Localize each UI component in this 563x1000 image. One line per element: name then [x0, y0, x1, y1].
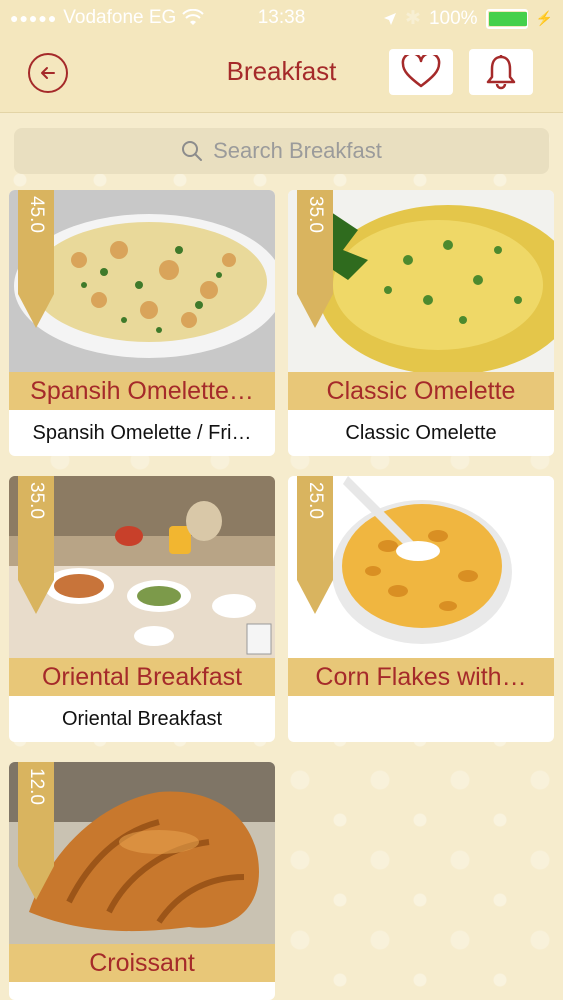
bluetooth-icon: ✱: [405, 8, 421, 29]
price-label: 25.0: [305, 482, 326, 519]
status-bar: ●●●●● Vodafone EG 13:38 ✱ 100% ⚡: [0, 0, 563, 36]
battery-percent: 100%: [428, 7, 478, 29]
heart-icon: [401, 55, 441, 88]
dish-subtitle: Classic Omelette: [345, 421, 497, 444]
search-icon: [182, 141, 203, 161]
price-tag: 45.0: [18, 190, 54, 328]
notifications-button[interactable]: [469, 49, 533, 95]
menu-item-card[interactable]: 25.0 Corn Flakes with…: [288, 476, 554, 742]
dish-name: Oriental Breakfast: [9, 658, 275, 696]
search-placeholder: Search Breakfast: [213, 138, 382, 163]
dish-subtitle: Spansih Omelette / Fri…: [32, 421, 252, 444]
price-label: 35.0: [26, 482, 47, 519]
nav-bar: Breakfast: [0, 36, 563, 113]
price-label: 35.0: [305, 196, 326, 233]
dish-subtitle: Oriental Breakfast: [61, 707, 223, 730]
dish-name: Spansih Omelette…: [9, 372, 275, 410]
menu-item-card[interactable]: 35.0 Oriental Breakfast Oriental Breakfa…: [9, 476, 275, 742]
price-tag: 25.0: [297, 476, 333, 614]
location-arrow-icon: [384, 12, 397, 25]
dish-subtitle: [288, 696, 554, 742]
menu-item-card[interactable]: 12.0 Croissant: [9, 762, 275, 1000]
search-input[interactable]: Search Breakfast: [14, 128, 549, 174]
charging-icon: ⚡: [535, 10, 553, 26]
battery-icon: [485, 8, 528, 29]
dish-name: Classic Omelette: [288, 372, 554, 410]
dish-name: Croissant: [9, 944, 275, 982]
price-tag: 35.0: [297, 190, 333, 328]
menu-item-card[interactable]: 35.0 Classic Omelette Classic Omelette: [288, 190, 554, 456]
menu-item-card[interactable]: 45.0 Spansih Omelette… Spansih Omelette …: [9, 190, 275, 456]
price-label: 45.0: [26, 196, 47, 233]
price-tag: 35.0: [18, 476, 54, 614]
dish-name: Corn Flakes with…: [288, 658, 554, 696]
status-right: ✱ 100% ⚡: [383, 7, 553, 30]
bell-icon: [486, 55, 516, 90]
favorites-button[interactable]: [389, 49, 453, 95]
price-tag: 12.0: [18, 762, 54, 900]
price-label: 12.0: [26, 768, 47, 805]
